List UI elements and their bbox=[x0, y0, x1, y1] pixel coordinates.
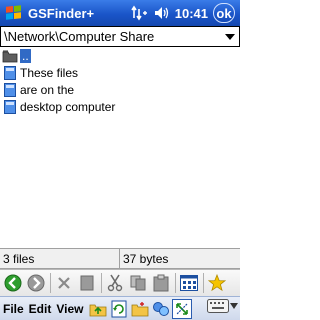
menu-bar: File Edit View bbox=[0, 296, 240, 320]
menu-file[interactable]: File bbox=[3, 302, 24, 316]
file-icon bbox=[2, 82, 18, 98]
list-item-label: .. bbox=[20, 48, 31, 63]
toolbar-divider bbox=[203, 273, 204, 293]
menu-edit[interactable]: Edit bbox=[29, 302, 52, 316]
path-text: \Network\Computer Share bbox=[4, 29, 155, 44]
list-item[interactable]: .. bbox=[0, 47, 240, 64]
app-title: GSFinder+ bbox=[28, 5, 95, 21]
list-item-label: are on the bbox=[20, 82, 75, 97]
clock[interactable]: 10:41 bbox=[175, 6, 208, 21]
file-list[interactable]: .. These files are on the desktop comput… bbox=[0, 47, 240, 248]
properties-icon[interactable] bbox=[76, 272, 98, 294]
keyboard-icon[interactable] bbox=[207, 299, 238, 313]
favorites-icon[interactable] bbox=[206, 272, 228, 294]
toolbar-divider bbox=[50, 273, 51, 293]
file-icon bbox=[2, 99, 18, 115]
file-count: 3 files bbox=[0, 249, 120, 269]
toolbar-divider bbox=[175, 273, 176, 293]
new-folder-icon[interactable] bbox=[130, 299, 150, 319]
list-item[interactable]: desktop computer bbox=[0, 98, 240, 115]
chevron-down-icon[interactable] bbox=[221, 27, 239, 46]
connectivity-icon[interactable] bbox=[131, 5, 149, 21]
list-item-label: desktop computer bbox=[20, 99, 116, 114]
select-all-icon[interactable] bbox=[172, 298, 193, 319]
status-bar: 3 files 37 bytes bbox=[0, 248, 240, 269]
cut-icon[interactable] bbox=[104, 272, 126, 294]
delete-icon[interactable] bbox=[53, 272, 75, 294]
view-mode-icon[interactable] bbox=[178, 272, 200, 294]
back-icon[interactable] bbox=[2, 272, 24, 294]
sync-icon[interactable] bbox=[151, 299, 171, 319]
refresh-icon[interactable] bbox=[109, 299, 129, 319]
title-bar: GSFinder+ 10:41 ok bbox=[0, 0, 240, 26]
folder-up-icon bbox=[2, 48, 18, 64]
total-size: 37 bytes bbox=[120, 249, 240, 269]
file-icon bbox=[2, 65, 18, 81]
list-item-label: These files bbox=[20, 65, 79, 80]
windows-start-icon[interactable] bbox=[0, 0, 26, 26]
volume-icon[interactable] bbox=[154, 6, 170, 20]
toolbar bbox=[0, 269, 240, 296]
path-dropdown[interactable]: \Network\Computer Share bbox=[0, 26, 240, 47]
list-item[interactable]: are on the bbox=[0, 81, 240, 98]
folder-up-icon[interactable] bbox=[88, 299, 108, 319]
toolbar-divider bbox=[101, 273, 102, 293]
paste-icon[interactable] bbox=[150, 272, 172, 294]
ok-button[interactable]: ok bbox=[213, 3, 235, 23]
list-item[interactable]: These files bbox=[0, 64, 240, 81]
menu-view[interactable]: View bbox=[56, 302, 83, 316]
forward-icon[interactable] bbox=[25, 272, 47, 294]
copy-icon[interactable] bbox=[127, 272, 149, 294]
